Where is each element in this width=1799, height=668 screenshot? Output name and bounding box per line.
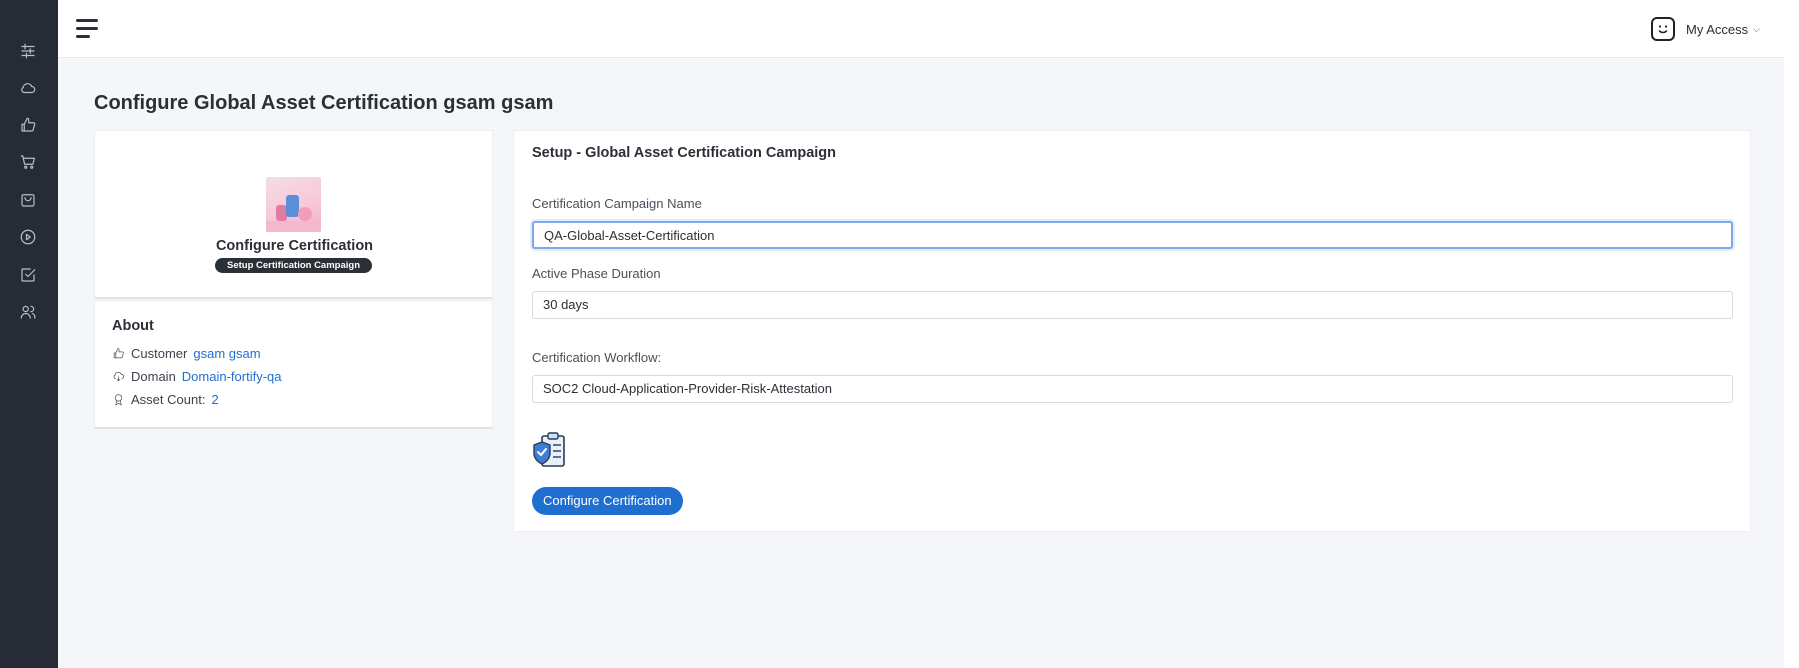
asset-count-link[interactable]: 2: [211, 392, 218, 407]
profile-card: Configure Certification Setup Certificat…: [94, 130, 493, 299]
sliders-icon[interactable]: [17, 40, 39, 62]
scroll-gutter: [1784, 0, 1799, 668]
duration-label: Active Phase Duration: [532, 266, 661, 281]
about-heading: About: [112, 318, 154, 334]
about-card: About Customer gsam gsam Domain Domain-f…: [94, 300, 493, 429]
status-badge: Setup Certification Campaign: [215, 258, 372, 273]
users-icon[interactable]: [17, 301, 39, 323]
page-title: Configure Global Asset Certification gsa…: [94, 92, 554, 114]
menu-toggle-icon[interactable]: [76, 18, 100, 40]
clipboard-shield-icon: [532, 431, 568, 469]
campaign-name-input[interactable]: QA-Global-Asset-Certification: [532, 221, 1733, 249]
domain-link[interactable]: Domain-fortify-qa: [182, 369, 282, 384]
campaign-name-label: Certification Campaign Name: [532, 196, 702, 211]
play-icon[interactable]: [17, 226, 39, 248]
top-header: My Access ⌵: [58, 0, 1784, 58]
award-icon: [114, 394, 123, 406]
setup-form-card: Setup - Global Asset Certification Campa…: [513, 130, 1751, 532]
my-access-label: My Access: [1686, 21, 1749, 37]
customer-link[interactable]: gsam gsam: [193, 346, 260, 361]
my-access-menu[interactable]: My Access ⌵: [1686, 19, 1760, 39]
domain-label: Domain: [131, 369, 176, 384]
domain-row: Domain Domain-fortify-qa: [112, 369, 282, 384]
customer-row: Customer gsam gsam: [112, 346, 261, 361]
workflow-input[interactable]: SOC2 Cloud-Application-Provider-Risk-Att…: [532, 375, 1733, 403]
thumbs-up-icon[interactable]: [17, 114, 39, 136]
profile-name: Configure Certification: [215, 238, 374, 254]
workflow-label: Certification Workflow:: [532, 350, 662, 365]
profile-image: [266, 177, 321, 232]
smiley-icon[interactable]: [1651, 17, 1675, 41]
configure-certification-button[interactable]: Configure Certification: [532, 487, 683, 515]
form-title: Setup - Global Asset Certification Campa…: [532, 145, 837, 161]
cloud-download-icon: [113, 371, 125, 382]
asset-count-label: Asset Count:: [131, 392, 206, 407]
sidebar: [0, 0, 58, 668]
chevron-down-icon: ⌵: [1753, 23, 1760, 34]
bag-icon[interactable]: [17, 189, 39, 211]
thumbs-up-icon: [113, 348, 124, 359]
duration-input[interactable]: 30 days: [532, 291, 1733, 319]
checkbox-icon[interactable]: [17, 264, 39, 286]
cloud-icon[interactable]: [17, 77, 39, 99]
customer-label: Customer: [131, 346, 188, 361]
cart-icon[interactable]: [17, 151, 39, 173]
asset-count-row: Asset Count: 2: [112, 392, 219, 407]
